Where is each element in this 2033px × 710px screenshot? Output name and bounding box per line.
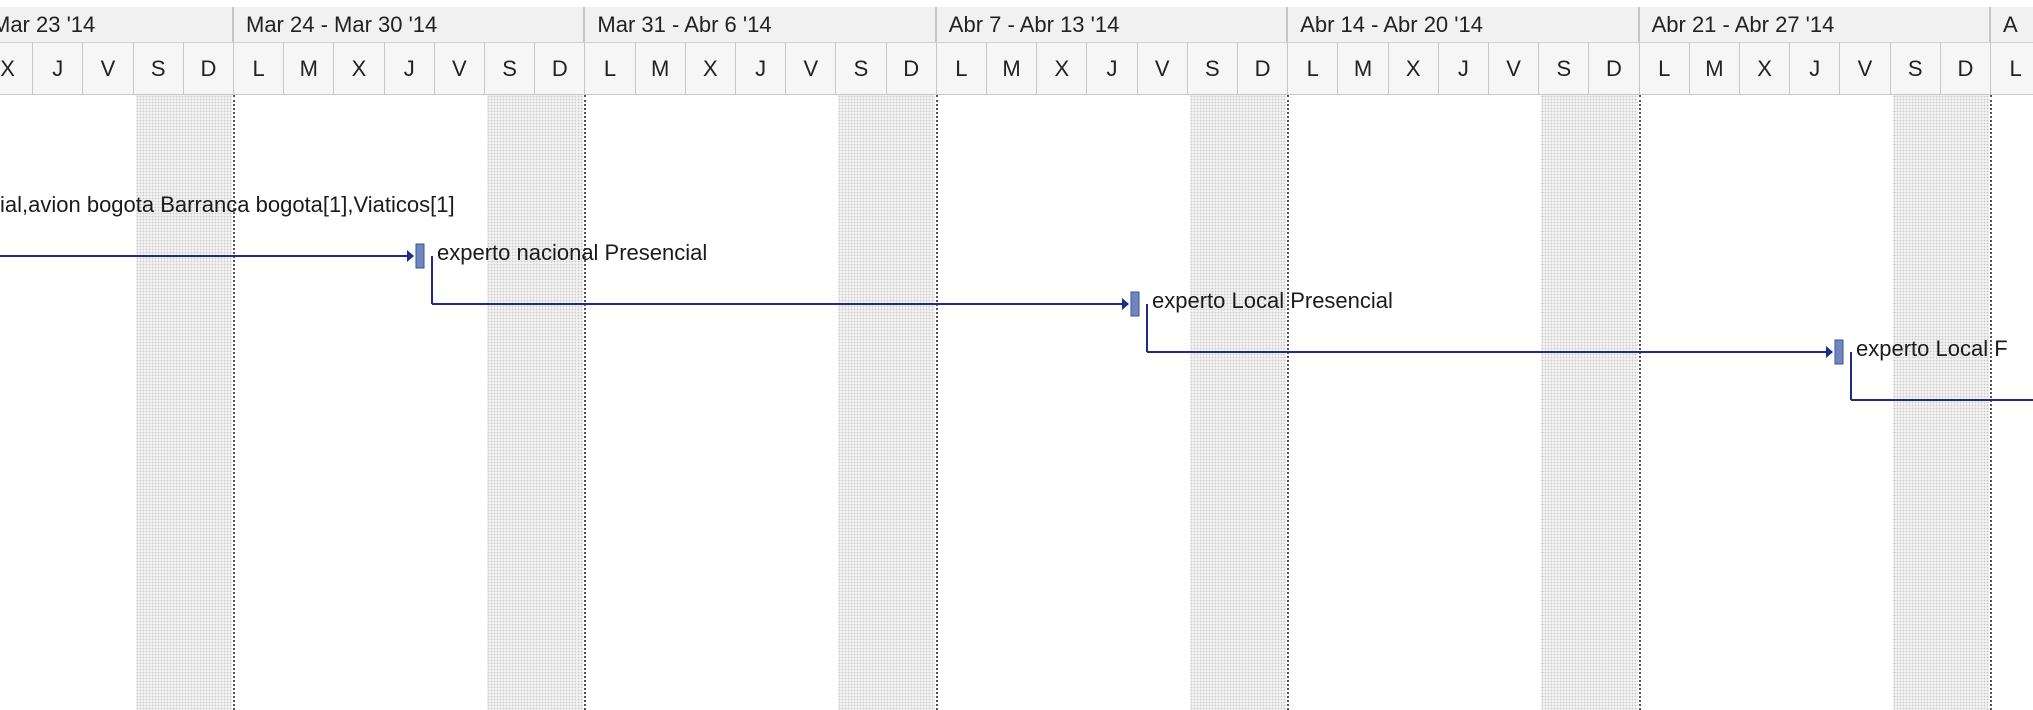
task-milestone-bar[interactable] — [1130, 291, 1140, 317]
task-resource-label[interactable]: ial,avion bogota Barranca bogota[1],Viat… — [0, 192, 455, 218]
task-label[interactable]: experto Local Presencial — [1152, 288, 1393, 314]
dependency-links — [0, 243, 2033, 401]
link-arrowhead — [1122, 298, 1129, 310]
task-label[interactable]: experto Local F — [1856, 336, 2008, 362]
gantt-chart: Mar 23 '14 Mar 24 - Mar 30 '14 Mar 31 - Ab… — [0, 0, 2033, 710]
link-arrowhead — [407, 250, 414, 262]
task-milestone-bar[interactable] — [1834, 339, 1844, 365]
link-arrowhead — [1826, 346, 1833, 358]
task-milestone-bar[interactable] — [415, 243, 425, 269]
task-label[interactable]: experto nacional Presencial — [437, 240, 707, 266]
